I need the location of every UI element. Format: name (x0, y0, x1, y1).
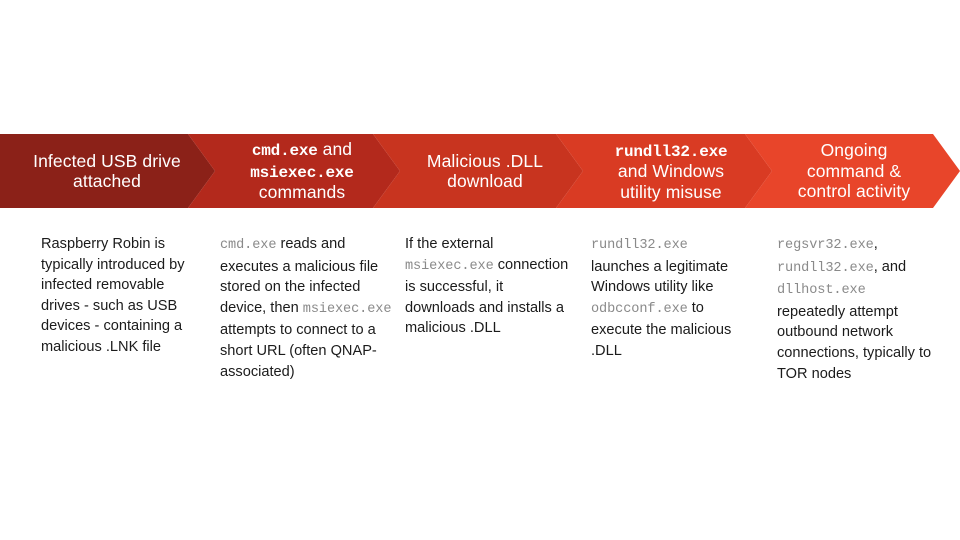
code-token: regsvr32.exe (777, 238, 874, 253)
description-column-5: regsvr32.exe, rundll32.exe, and dllhost.… (777, 234, 937, 384)
stage-2-description: cmd.exe reads and executes a malicious f… (220, 236, 392, 380)
description-column-4: rundll32.exe launches a legitimate Windo… (591, 234, 749, 362)
chevron-ongoing-command-and-control-activity (745, 134, 960, 208)
code-token: msiexec.exe (302, 301, 392, 317)
stage-description-columns: Raspberry Robin is typically introduced … (0, 234, 960, 434)
code-token: dllhost.exe (777, 283, 866, 299)
stage-4-description: rundll32.exe launches a legitimate Windo… (591, 238, 732, 359)
code-token: odbcconf.exe (591, 301, 688, 317)
attack-chain-banner: Infected USB drive attached cmd.exe and ms… (0, 134, 960, 208)
chevron-cmd-exe-and-msiexec-exe-commands (188, 134, 400, 208)
description-column-3: If the external msiexec.exe connection i… (405, 234, 573, 339)
chevron-infected-usb-drive-attached (0, 134, 215, 208)
chevron-rundll32-exe-and-windows-utility-misuse (556, 134, 772, 208)
stage-3-description: If the external msiexec.exe connection i… (405, 236, 569, 337)
slide-canvas: Infected USB drive attached cmd.exe and ms… (0, 0, 960, 540)
code-token: msiexec.exe (405, 258, 494, 274)
chevron-malicious-dll-download (373, 134, 583, 208)
stage-5-description: regsvr32.exe, rundll32.exe, and dllhost.… (777, 236, 932, 382)
code-token: cmd.exe (220, 238, 277, 253)
description-column-2: cmd.exe reads and executes a malicious f… (220, 234, 392, 382)
description-column-1: Raspberry Robin is typically introduced … (41, 234, 201, 358)
stage-1-description: Raspberry Robin is typically introduced … (41, 236, 185, 355)
code-token: rundll32.exe (591, 238, 688, 253)
code-token: rundll32.exe (777, 260, 874, 276)
chevron-banner-shapes (0, 134, 960, 208)
